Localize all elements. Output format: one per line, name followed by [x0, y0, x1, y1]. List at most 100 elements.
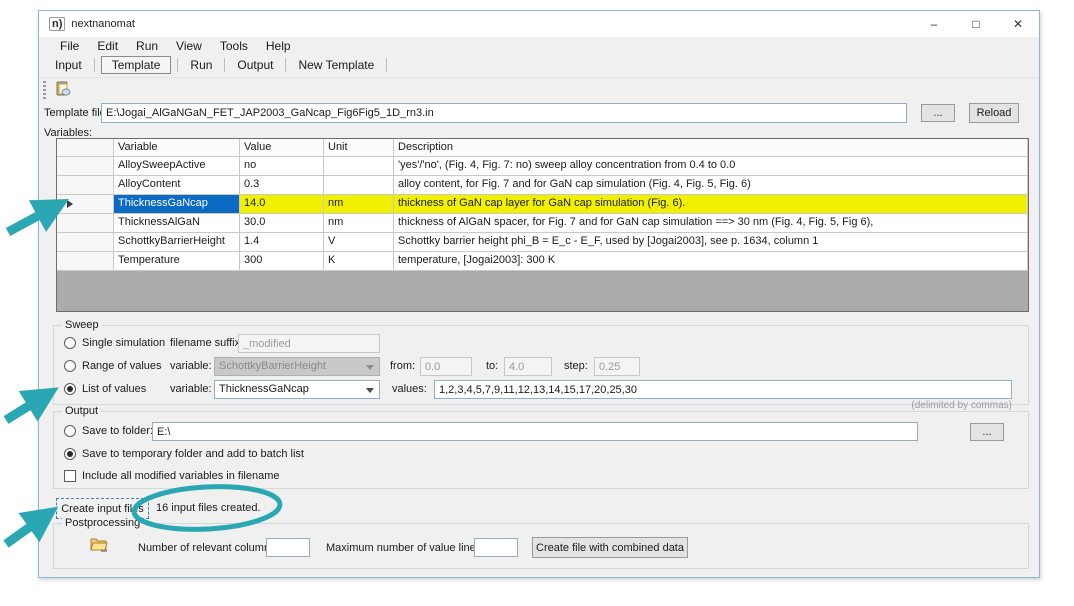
tab-new-template[interactable]: New Template: [286, 57, 386, 73]
values-label: values:: [392, 383, 427, 395]
app-window: n) nextnanomat – □ ✕ File Edit Run View …: [38, 10, 1040, 578]
tab-template[interactable]: Template: [101, 56, 172, 74]
cell-value[interactable]: 1.4: [240, 233, 324, 252]
cell-value[interactable]: 0.3: [240, 176, 324, 195]
tab-output[interactable]: Output: [225, 57, 285, 73]
menu-view[interactable]: View: [167, 39, 211, 53]
toolbar-grip: [43, 81, 46, 99]
cell-variable[interactable]: ThicknessAlGaN: [114, 214, 240, 233]
menu-run[interactable]: Run: [127, 39, 167, 53]
column-header-unit[interactable]: Unit: [324, 139, 394, 157]
template-file-input[interactable]: [101, 103, 907, 123]
current-row-marker-icon: [67, 200, 73, 208]
close-button[interactable]: ✕: [997, 11, 1039, 37]
filename-suffix-label: filename suffix:: [170, 337, 243, 349]
table-row[interactable]: AlloyContent 0.3 alloy content, for Fig.…: [57, 176, 1028, 195]
toolbar: [39, 77, 1039, 101]
postprocessing-groupbox: Postprocessing Number of relevant column…: [53, 523, 1029, 569]
range-variable-value: SchottkyBarrierHeight: [219, 360, 326, 372]
save-to-temp-label: Save to temporary folder and add to batc…: [82, 448, 304, 460]
save-to-temp-radio[interactable]: [64, 448, 76, 460]
combined-data-button[interactable]: Create file with combined data: [532, 537, 688, 558]
single-simulation-radio[interactable]: [64, 337, 76, 349]
maximize-button[interactable]: □: [955, 11, 997, 37]
tab-input[interactable]: Input: [43, 57, 94, 73]
tab-separator: [94, 58, 95, 72]
relevant-column-input[interactable]: [266, 538, 310, 557]
cell-value[interactable]: 30.0: [240, 214, 324, 233]
cell-variable[interactable]: SchottkyBarrierHeight: [114, 233, 240, 252]
cell-value[interactable]: 300: [240, 252, 324, 271]
cell-unit[interactable]: [324, 157, 394, 176]
cell-unit[interactable]: V: [324, 233, 394, 252]
save-to-folder-label: Save to folder:: [82, 425, 153, 437]
title-bar: n) nextnanomat – □ ✕: [39, 11, 1039, 37]
row-header-cell[interactable]: [57, 252, 114, 271]
menu-bar: File Edit Run View Tools Help: [39, 37, 1039, 55]
range-variable-dropdown[interactable]: SchottkyBarrierHeight: [214, 357, 380, 376]
table-row[interactable]: Temperature 300 K temperature, [Jogai200…: [57, 252, 1028, 271]
cell-description[interactable]: alloy content, for Fig. 7 and for GaN ca…: [394, 176, 1028, 195]
cell-variable[interactable]: ThicknessGaNcap: [114, 195, 240, 214]
cell-value[interactable]: no: [240, 157, 324, 176]
menu-tools[interactable]: Tools: [211, 39, 257, 53]
column-header-variable[interactable]: Variable: [114, 139, 240, 157]
template-file-label: Template file:: [44, 107, 109, 119]
open-folder-icon[interactable]: [90, 536, 108, 555]
cell-variable[interactable]: Temperature: [114, 252, 240, 271]
browse-template-button[interactable]: ...: [921, 104, 955, 122]
save-folder-input[interactable]: [152, 422, 918, 441]
range-of-values-radio[interactable]: [64, 360, 76, 372]
table-row[interactable]: SchottkyBarrierHeight 1.4 V Schottky bar…: [57, 233, 1028, 252]
cell-unit[interactable]: nm: [324, 195, 394, 214]
create-input-files-button[interactable]: Create input files: [56, 498, 149, 519]
from-input[interactable]: [420, 357, 472, 376]
cell-variable[interactable]: AlloySweepActive: [114, 157, 240, 176]
column-header-value[interactable]: Value: [240, 139, 324, 157]
include-variables-checkbox[interactable]: [64, 470, 76, 482]
tab-run[interactable]: Run: [178, 57, 224, 73]
browse-folder-button[interactable]: ...: [970, 423, 1004, 441]
menu-help[interactable]: Help: [257, 39, 300, 53]
list-variable-value: ThicknessGaNcap: [219, 383, 309, 395]
values-input[interactable]: [434, 380, 1012, 399]
cell-value[interactable]: 14.0: [240, 195, 324, 214]
cell-description[interactable]: Schottky barrier height phi_B = E_c - E_…: [394, 233, 1028, 252]
row-header-cell[interactable]: [57, 214, 114, 233]
cell-description[interactable]: 'yes'/'no', (Fig. 4, Fig. 7: no) sweep a…: [394, 157, 1028, 176]
cell-description[interactable]: thickness of AlGaN spacer, for Fig. 7 an…: [394, 214, 1028, 233]
cell-description[interactable]: temperature, [Jogai2003]: 300 K: [394, 252, 1028, 271]
row-header-cell[interactable]: [57, 233, 114, 252]
list-variable-dropdown[interactable]: ThicknessGaNcap: [214, 380, 380, 399]
save-to-folder-radio[interactable]: [64, 425, 76, 437]
include-variables-label: Include all modified variables in filena…: [82, 470, 280, 482]
cell-unit[interactable]: nm: [324, 214, 394, 233]
list-of-values-radio[interactable]: [64, 383, 76, 395]
variables-table: Variable Value Unit Description AlloySwe…: [56, 138, 1029, 312]
row-header-cell[interactable]: [57, 176, 114, 195]
column-header-description[interactable]: Description: [394, 139, 1028, 157]
minimize-button[interactable]: –: [913, 11, 955, 37]
cell-description[interactable]: thickness of GaN cap layer for GaN cap s…: [394, 195, 1028, 214]
row-header-cell[interactable]: [57, 195, 114, 214]
table-row-selected[interactable]: ThicknessGaNcap 14.0 nm thickness of GaN…: [57, 195, 1028, 214]
output-group-label: Output: [62, 405, 101, 417]
list-of-values-label: List of values: [82, 383, 146, 395]
step-input[interactable]: [594, 357, 640, 376]
cell-variable[interactable]: AlloyContent: [114, 176, 240, 195]
from-label: from:: [390, 360, 415, 372]
cell-unit[interactable]: K: [324, 252, 394, 271]
table-row[interactable]: ThicknessAlGaN 30.0 nm thickness of AlGa…: [57, 214, 1028, 233]
table-row[interactable]: AlloySweepActive no 'yes'/'no', (Fig. 4,…: [57, 157, 1028, 176]
row-header-cell[interactable]: [57, 157, 114, 176]
tab-separator: [386, 58, 387, 72]
to-input[interactable]: [504, 357, 552, 376]
value-lines-input[interactable]: [474, 538, 518, 557]
reload-button[interactable]: Reload: [969, 103, 1019, 123]
clipboard-icon[interactable]: [54, 80, 71, 100]
menu-file[interactable]: File: [51, 39, 88, 53]
cell-unit[interactable]: [324, 176, 394, 195]
filename-suffix-input[interactable]: [238, 334, 380, 353]
menu-edit[interactable]: Edit: [88, 39, 127, 53]
to-label: to:: [486, 360, 498, 372]
